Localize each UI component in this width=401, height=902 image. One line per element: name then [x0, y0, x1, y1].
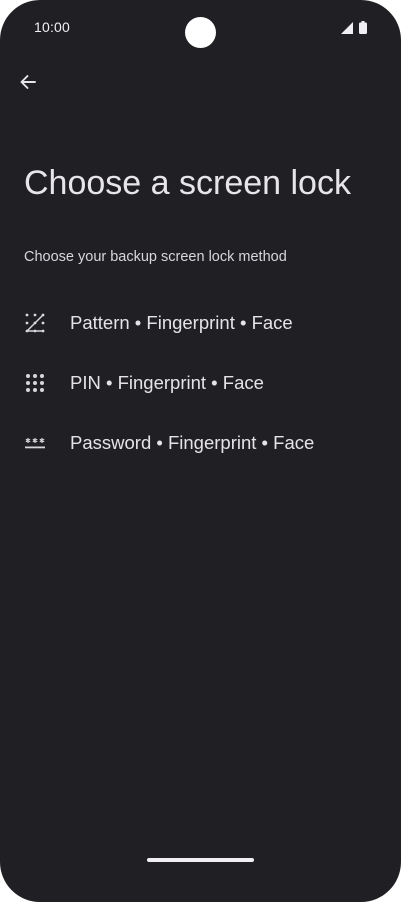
option-pin[interactable]: PIN • Fingerprint • Face [0, 359, 401, 407]
option-password[interactable]: Password • Fingerprint • Face [0, 419, 401, 467]
option-label: PIN • Fingerprint • Face [70, 372, 264, 393]
status-icons [341, 21, 367, 39]
status-bar: 10:00 [0, 0, 401, 56]
arrow-back-icon [19, 73, 37, 96]
pin-icon [24, 372, 46, 394]
page-subtitle: Choose your backup screen lock method [24, 249, 287, 265]
status-time: 10:00 [34, 19, 71, 35]
back-button[interactable] [12, 68, 44, 100]
signal-icon [341, 21, 353, 39]
camera-cutout [185, 17, 216, 48]
pattern-icon [24, 312, 46, 334]
option-pattern[interactable]: Pattern • Fingerprint • Face [0, 299, 401, 347]
password-icon [24, 432, 46, 454]
phone-screen: 10:00 Choose a screen lock Choose your b… [0, 0, 401, 902]
option-label: Pattern • Fingerprint • Face [70, 312, 293, 333]
battery-icon [359, 21, 367, 39]
page-title: Choose a screen lock [24, 164, 351, 202]
home-indicator[interactable] [147, 858, 254, 862]
option-label: Password • Fingerprint • Face [70, 432, 315, 453]
